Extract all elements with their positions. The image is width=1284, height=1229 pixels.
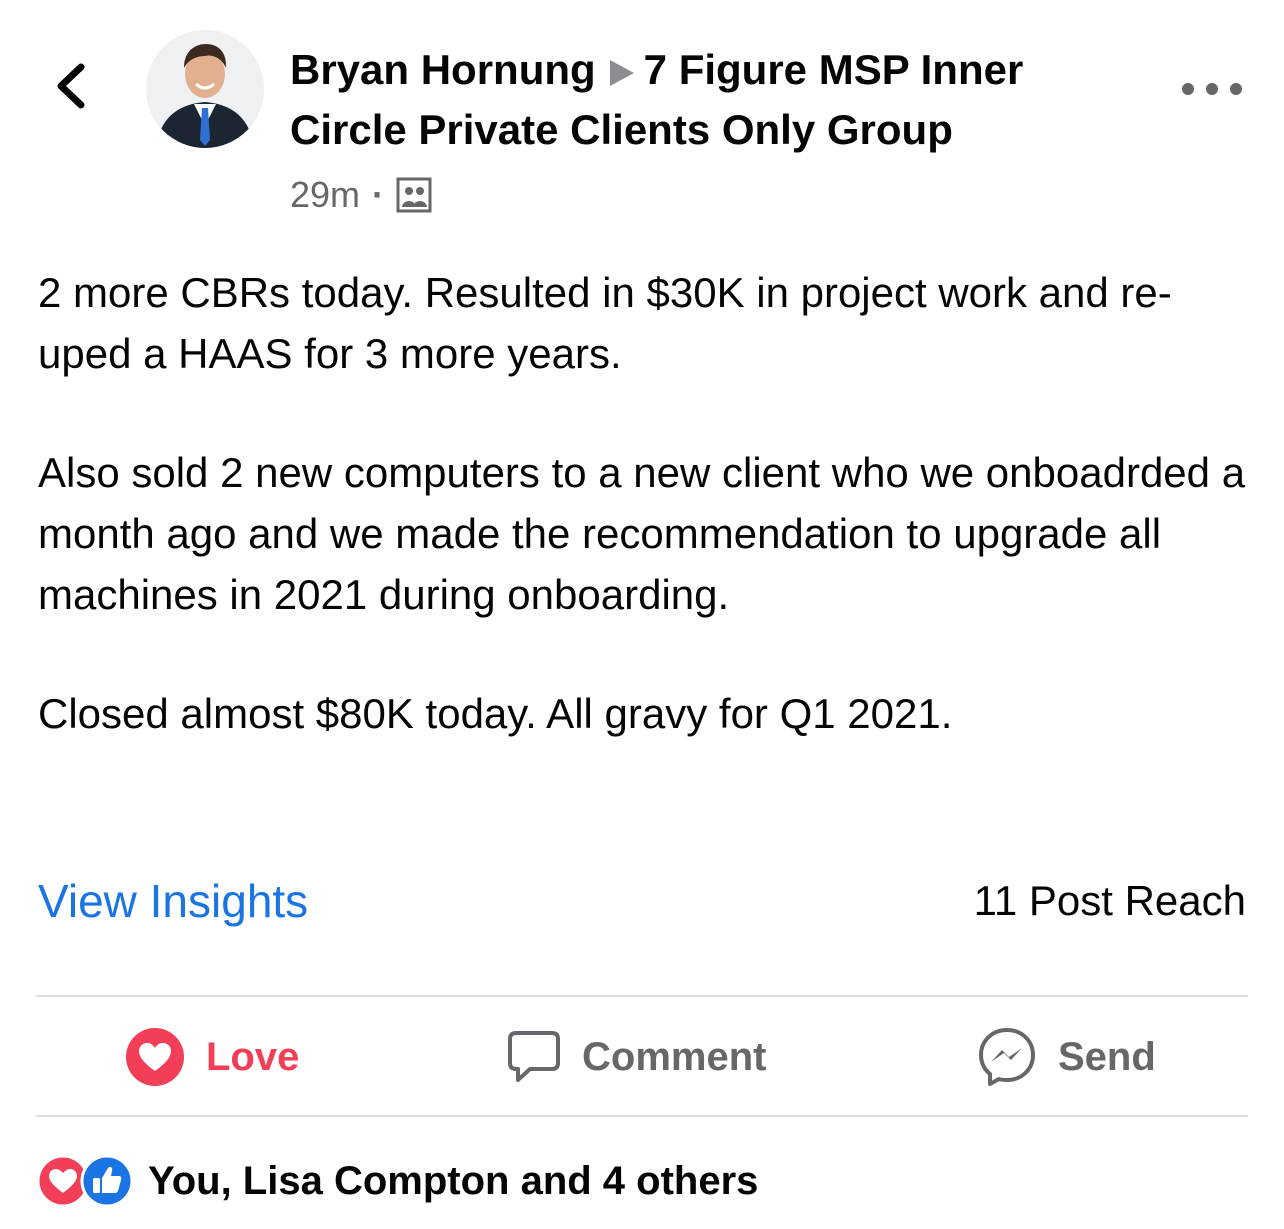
send-button[interactable]: Send bbox=[976, 1024, 1156, 1090]
arrow-right-icon bbox=[609, 60, 634, 86]
meta-separator: · bbox=[372, 174, 385, 215]
back-button[interactable] bbox=[40, 56, 100, 116]
group-members-icon bbox=[396, 177, 432, 213]
comment-label: Comment bbox=[582, 1034, 767, 1079]
more-dot-icon bbox=[1230, 83, 1242, 95]
author-name[interactable]: Bryan Hornung bbox=[290, 46, 596, 93]
like-reaction-icon bbox=[80, 1154, 134, 1208]
post-body: 2 more CBRs today. Resulted in $30K in p… bbox=[38, 262, 1248, 802]
love-label: Love bbox=[206, 1034, 300, 1079]
post-paragraph: Closed almost $80K today. All gravy for … bbox=[38, 690, 953, 737]
post-title: Bryan Hornung 7 Figure MSP Inner Circle P… bbox=[290, 40, 1140, 160]
comment-button[interactable]: Comment bbox=[506, 1024, 766, 1090]
reactions-text: You, Lisa Compton and 4 others bbox=[148, 1158, 759, 1203]
love-button[interactable]: Love bbox=[124, 1024, 299, 1090]
heart-reaction-icon bbox=[126, 1028, 184, 1086]
send-label: Send bbox=[1058, 1034, 1156, 1079]
reaction-icons bbox=[36, 1154, 134, 1208]
post-header: Bryan Hornung 7 Figure MSP Inner Circle P… bbox=[290, 40, 1140, 218]
post-paragraph: 2 more CBRs today. Resulted in $30K in p… bbox=[38, 269, 1172, 377]
view-insights-link[interactable]: View Insights bbox=[38, 874, 308, 928]
author-avatar[interactable] bbox=[146, 30, 264, 148]
profile-photo-icon bbox=[146, 30, 264, 148]
insights-row: View Insights 11 Post Reach bbox=[38, 868, 1246, 934]
reactions-summary[interactable]: You, Lisa Compton and 4 others bbox=[36, 1150, 758, 1212]
divider bbox=[36, 1115, 1248, 1117]
more-options-button[interactable] bbox=[1182, 74, 1242, 104]
post-timestamp[interactable]: 29m bbox=[290, 174, 360, 216]
messenger-icon bbox=[979, 1028, 1035, 1086]
post-paragraph: Also sold 2 new computers to a new clien… bbox=[38, 449, 1246, 618]
post-screen: Bryan Hornung 7 Figure MSP Inner Circle P… bbox=[0, 0, 1284, 1229]
chevron-left-icon bbox=[57, 63, 85, 109]
action-bar: Love Comment Send bbox=[36, 1000, 1248, 1114]
divider bbox=[36, 995, 1248, 997]
more-dot-icon bbox=[1206, 83, 1218, 95]
post-meta: 29m · bbox=[290, 172, 1140, 218]
comment-bubble-icon bbox=[508, 1031, 560, 1082]
post-reach: 11 Post Reach bbox=[973, 877, 1246, 924]
more-dot-icon bbox=[1182, 83, 1194, 95]
